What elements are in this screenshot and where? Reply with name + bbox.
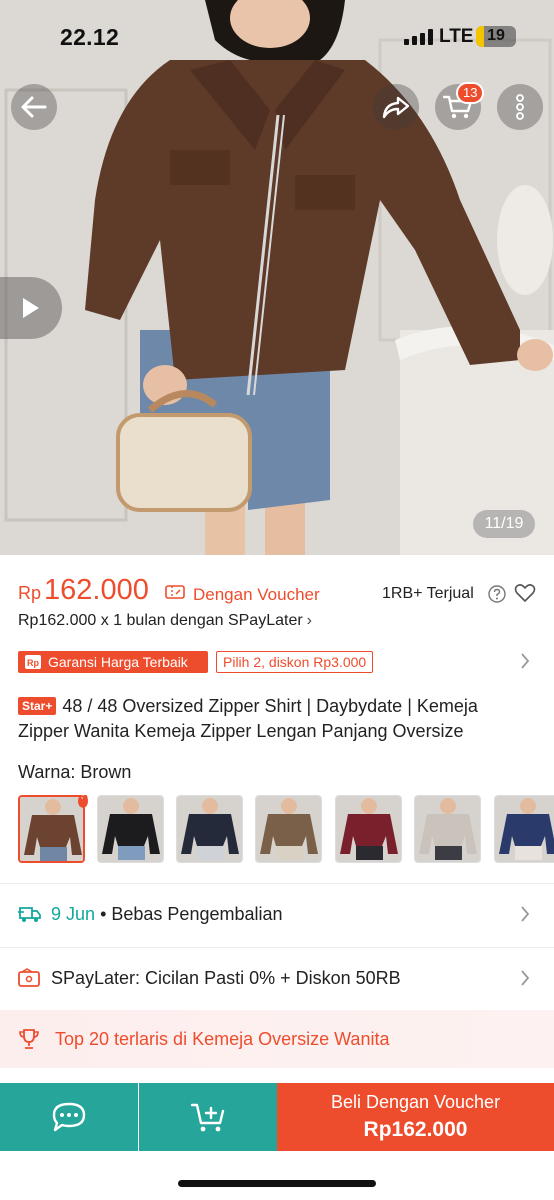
chevron-right-icon: › xyxy=(306,612,312,629)
trophy-icon xyxy=(18,1028,40,1055)
chat-bubble-icon xyxy=(52,1102,86,1132)
chat-button[interactable] xyxy=(0,1083,138,1151)
home-indicator[interactable] xyxy=(178,1180,376,1187)
more-options-button[interactable] xyxy=(497,84,543,130)
swatch-thumbnail xyxy=(415,796,480,862)
swatch-option[interactable] xyxy=(414,795,481,863)
voucher-label: Dengan Voucher xyxy=(193,585,320,604)
buy-with-voucher-button[interactable]: Beli Dengan Voucher Rp162.000 xyxy=(277,1083,554,1151)
shipping-separator: • xyxy=(100,904,107,924)
swatch-thumbnail xyxy=(98,796,163,862)
spaylater-text: SPayLater: Cicilan Pasti 0% + Diskon 50R… xyxy=(51,968,401,988)
battery-icon: 19 xyxy=(476,26,516,47)
swatch-thumbnail xyxy=(256,796,321,862)
flame-icon xyxy=(75,795,91,814)
free-returns-label: Bebas Pengembalian xyxy=(111,904,283,924)
divider xyxy=(0,883,554,884)
variant-selected: Warna: Brown xyxy=(18,762,131,783)
swatch-option[interactable] xyxy=(494,795,554,863)
swatch-thumbnail xyxy=(177,796,242,862)
help-icon[interactable] xyxy=(488,585,506,608)
battery-level: 19 xyxy=(487,27,505,44)
network-label: LTE xyxy=(439,26,474,47)
paylater-link[interactable]: Rp162.000 x 1 bulan dengan SPayLater › xyxy=(18,612,312,630)
signal-icon xyxy=(404,29,434,50)
spaylater-row[interactable]: SPayLater: Cicilan Pasti 0% + Diskon 50R… xyxy=(0,950,554,1008)
cart-count-badge: 13 xyxy=(456,82,485,104)
swatch-option[interactable] xyxy=(335,795,402,863)
swatch-option[interactable] xyxy=(97,795,164,863)
bottom-action-bar: Beli Dengan Voucher Rp162.000 xyxy=(0,1083,554,1151)
status-bar: 22.12 LTE 19 xyxy=(0,0,554,76)
price-currency: Rp xyxy=(18,583,42,603)
top-seller-text: Top 20 terlaris di Kemeja Oversize Wanit… xyxy=(55,1029,390,1049)
buy-button-price: Rp162.000 xyxy=(363,1118,468,1141)
variant-label: Warna: xyxy=(18,762,76,782)
chevron-right-icon xyxy=(520,969,530,992)
variant-value: Brown xyxy=(80,762,132,782)
shipping-row[interactable]: 9 Jun • Bebas Pengembalian xyxy=(0,886,554,944)
swatch-thumbnail xyxy=(495,796,554,862)
price-row: Rp 162.000 Dengan Voucher 1RB+ Terjual xyxy=(18,574,538,608)
share-button[interactable] xyxy=(373,84,419,130)
product-image-carousel[interactable]: 22.12 LTE 19 13 11/19 xyxy=(0,0,554,555)
add-to-cart-button[interactable] xyxy=(139,1083,277,1151)
price-guarantee-icon: Rp xyxy=(24,654,42,676)
product-title-text: 48 / 48 Oversized Zipper Shirt | Daybyda… xyxy=(18,696,478,741)
play-icon xyxy=(23,298,39,318)
share-icon xyxy=(382,96,410,119)
back-button[interactable] xyxy=(11,84,57,130)
image-counter: 11/19 xyxy=(473,510,535,538)
more-vertical-icon xyxy=(516,94,524,120)
status-time: 22.12 xyxy=(60,24,120,50)
swatch-thumbnail xyxy=(336,796,401,862)
arrow-left-icon xyxy=(21,96,47,118)
cart-plus-icon xyxy=(190,1103,225,1132)
swatch-option[interactable] xyxy=(176,795,243,863)
sold-count: 1RB+ Terjual xyxy=(382,585,474,602)
top-seller-row[interactable]: Top 20 terlaris di Kemeja Oversize Wanit… xyxy=(0,1010,554,1068)
buy-button-label: Beli Dengan Voucher xyxy=(330,1092,501,1112)
chevron-right-icon[interactable] xyxy=(520,652,530,675)
favorite-heart-icon[interactable] xyxy=(514,583,536,608)
divider xyxy=(0,947,554,948)
play-video-button[interactable] xyxy=(0,277,62,339)
chevron-right-icon xyxy=(520,905,530,928)
star-plus-tag: Star+ xyxy=(18,697,57,715)
svg-text:Rp: Rp xyxy=(27,658,39,668)
delivery-date: 9 Jun xyxy=(51,904,96,924)
paylater-text: Rp162.000 x 1 bulan dengan SPayLater xyxy=(18,612,303,629)
best-price-label: Garansi Harga Terbaik xyxy=(48,654,188,670)
voucher-icon xyxy=(165,584,185,605)
best-price-badge: Rp Garansi Harga Terbaik xyxy=(18,651,208,673)
spaylater-icon xyxy=(18,968,40,993)
delivery-truck-icon xyxy=(18,904,42,929)
bundle-discount-badge: Pilih 2, diskon Rp3.000 xyxy=(216,651,374,673)
product-title: Star+ 48 / 48 Oversized Zipper Shirt | Da… xyxy=(18,694,528,744)
variant-swatches xyxy=(18,795,554,865)
price-value: 162.000 xyxy=(44,574,149,606)
swatch-option[interactable] xyxy=(255,795,322,863)
